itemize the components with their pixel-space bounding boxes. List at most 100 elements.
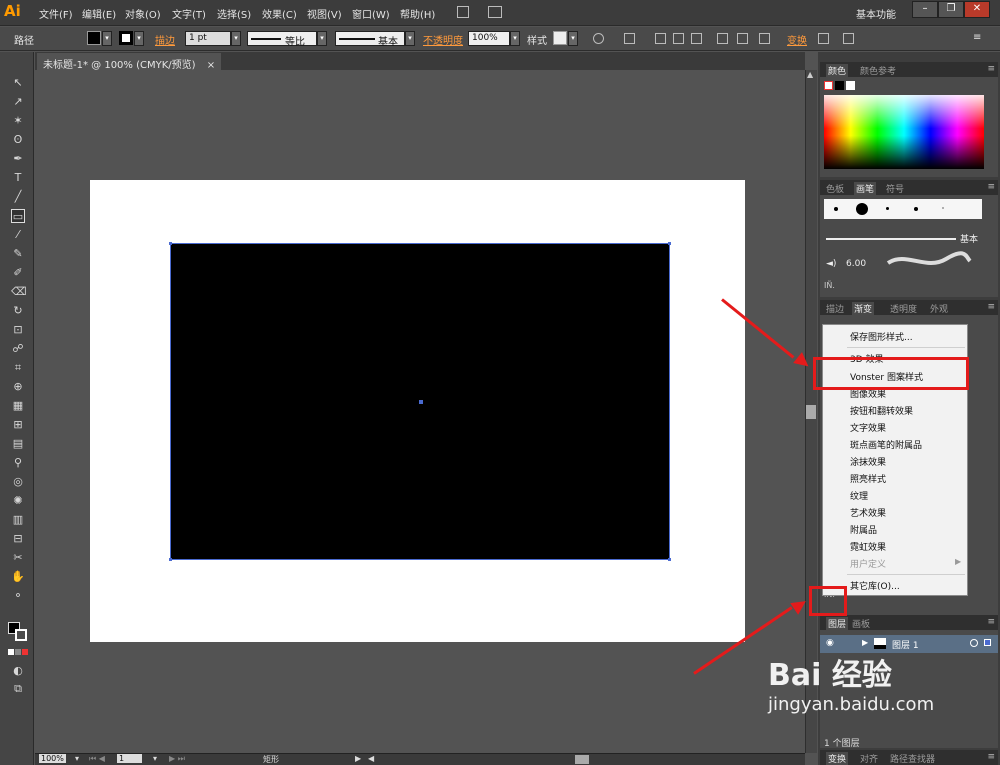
menu-item-scribble-effects[interactable]: 涂抹效果: [850, 455, 886, 468]
transform-link[interactable]: 变换: [787, 32, 807, 47]
brush-dropdown-icon[interactable]: ▾: [405, 31, 415, 46]
warp-tool-icon[interactable]: ☍: [11, 342, 25, 356]
align-to-icon[interactable]: [624, 33, 635, 44]
menu-item-save-graphic-styles[interactable]: 保存图形样式...: [850, 330, 913, 343]
isolate-icon[interactable]: [818, 33, 829, 44]
stroke-swatch[interactable]: [119, 31, 133, 45]
selection-handle[interactable]: [668, 242, 671, 245]
lasso-tool-icon[interactable]: ʘ: [11, 133, 25, 147]
menu-item-additive[interactable]: 附属品: [850, 523, 877, 536]
menu-window[interactable]: 窗口(W): [352, 6, 390, 21]
menu-select[interactable]: 选择(S): [217, 6, 251, 21]
first-artboard-icon[interactable]: ⏮ ◀: [89, 754, 105, 764]
align-middle-icon[interactable]: [737, 33, 748, 44]
panel-menu-icon[interactable]: ≡: [987, 752, 995, 762]
tab-layers[interactable]: 图层: [826, 617, 849, 630]
menu-item-artistic-effects[interactable]: 艺术效果: [850, 506, 886, 519]
opacity-link[interactable]: 不透明度: [423, 32, 463, 47]
next-artboard-icon[interactable]: ▶ ⏭: [169, 754, 185, 764]
profile-dropdown-icon[interactable]: ▾: [317, 31, 327, 46]
color-mode-icon[interactable]: [8, 649, 14, 655]
menu-help[interactable]: 帮助(H): [400, 6, 435, 21]
close-button[interactable]: ✕: [964, 1, 990, 18]
brush-dot[interactable]: [886, 207, 889, 210]
slice-tool-icon[interactable]: ✂: [11, 551, 25, 565]
tab-symbols[interactable]: 符号: [886, 182, 904, 195]
paintbrush-tool-icon[interactable]: ⁄: [11, 228, 25, 242]
selected-rectangle[interactable]: [169, 242, 671, 561]
panel-menu-icon[interactable]: ≡: [987, 302, 995, 312]
menu-object[interactable]: 对象(O): [125, 6, 161, 21]
stroke-weight-dropdown-icon[interactable]: ▾: [231, 31, 241, 46]
recolor-icon[interactable]: [593, 33, 604, 44]
minimize-button[interactable]: –: [912, 1, 938, 18]
artboard[interactable]: [90, 180, 745, 642]
none-mode-icon[interactable]: [22, 649, 28, 655]
canvas-area[interactable]: [35, 70, 805, 753]
gradient-mode-icon[interactable]: [15, 649, 21, 655]
fill-dropdown-icon[interactable]: ▾: [102, 31, 112, 46]
opacity-input[interactable]: 100%: [468, 31, 510, 46]
tab-align[interactable]: 对齐: [860, 752, 878, 765]
stroke-weight-input[interactable]: 1 pt: [185, 31, 231, 46]
bridge-icon[interactable]: [457, 6, 469, 18]
direct-selection-tool-icon[interactable]: ↗: [11, 95, 25, 109]
brush-library-icon[interactable]: IÑ.: [824, 281, 835, 290]
control-menu-icon[interactable]: ≡: [973, 32, 981, 43]
mesh-tool-icon[interactable]: ⊞: [11, 418, 25, 432]
menu-item-illuminate-styles[interactable]: 照亮样式: [850, 472, 886, 485]
document-tab[interactable]: 未标题-1* @ 100% (CMYK/预览) ×: [37, 53, 222, 71]
tab-pathfinder[interactable]: 路径查找器: [890, 752, 935, 765]
align-left-icon[interactable]: [655, 33, 666, 44]
menu-item-blob-brush-additions[interactable]: 斑点画笔的附属品: [850, 438, 922, 451]
scroll-up-icon[interactable]: ▲: [807, 70, 813, 79]
scale-tool-icon[interactable]: ⊡: [11, 323, 25, 337]
free-transform-tool-icon[interactable]: ⌗: [11, 361, 25, 375]
align-top-icon[interactable]: [717, 33, 728, 44]
menu-file[interactable]: 文件(F): [39, 6, 73, 21]
menu-type[interactable]: 文字(T): [172, 6, 206, 21]
tab-artboards[interactable]: 画板: [852, 617, 870, 630]
selection-handle[interactable]: [169, 242, 172, 245]
screen-mode-icon[interactable]: ⧉: [11, 682, 25, 696]
status-menu-icon[interactable]: ▶: [355, 754, 361, 763]
tab-color-guide[interactable]: 颜色参考: [860, 64, 896, 77]
scroll-thumb[interactable]: [806, 405, 816, 419]
align-bottom-icon[interactable]: [759, 33, 770, 44]
column-graph-tool-icon[interactable]: ▥: [11, 513, 25, 527]
none-swatch-icon[interactable]: [824, 81, 833, 90]
style-swatch[interactable]: [553, 31, 567, 45]
menu-edit[interactable]: 编辑(E): [82, 6, 116, 21]
menu-item-textures[interactable]: 纹理: [850, 489, 868, 502]
selection-handle[interactable]: [668, 558, 671, 561]
zoom-tool-icon[interactable]: ⚬: [11, 589, 25, 603]
horizontal-scroll-thumb[interactable]: [575, 755, 589, 764]
artboard-tool-icon[interactable]: ⊟: [11, 532, 25, 546]
restore-button[interactable]: ❐: [938, 1, 964, 18]
eyedropper-tool-icon[interactable]: ⚲: [11, 456, 25, 470]
tab-brushes[interactable]: 画笔: [854, 182, 877, 195]
pencil-tool-icon[interactable]: ✎: [11, 247, 25, 261]
gradient-tool-icon[interactable]: ▤: [11, 437, 25, 451]
blend-tool-icon[interactable]: ◎: [11, 475, 25, 489]
pen-tool-icon[interactable]: ✒: [11, 152, 25, 166]
black-swatch[interactable]: [835, 81, 844, 90]
basic-brush-line[interactable]: [826, 238, 956, 240]
menu-view[interactable]: 视图(V): [307, 6, 342, 21]
stroke-link[interactable]: 描边: [155, 32, 175, 47]
zoom-dropdown-icon[interactable]: ▾: [75, 754, 79, 763]
artboard-number-input[interactable]: 1: [117, 754, 143, 763]
stroke-dropdown-icon[interactable]: ▾: [134, 31, 144, 46]
zoom-input[interactable]: 100%: [39, 754, 66, 763]
hand-tool-icon[interactable]: ✋: [11, 570, 25, 584]
menu-item-other-library[interactable]: 其它库(O)...: [850, 579, 900, 592]
shape-builder-tool-icon[interactable]: ⊕: [11, 380, 25, 394]
brush-dot[interactable]: [942, 207, 944, 209]
style-dropdown-icon[interactable]: ▾: [568, 31, 578, 46]
brush-dot[interactable]: [834, 207, 838, 211]
tab-transform[interactable]: 变换: [826, 752, 849, 765]
panel-menu-icon[interactable]: ≡: [987, 64, 995, 74]
rectangle-tool-icon[interactable]: ▭: [11, 209, 25, 223]
fill-swatch[interactable]: [87, 31, 101, 45]
white-swatch[interactable]: [846, 81, 855, 90]
